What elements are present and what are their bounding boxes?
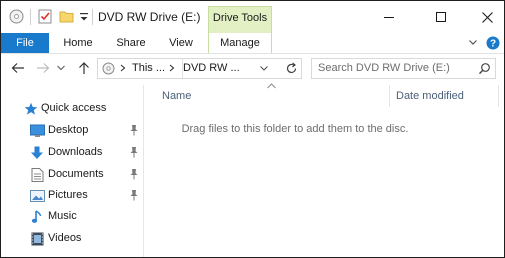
column-divider[interactable] [389,85,390,107]
sidebar-item-label: Videos [48,232,82,244]
star-icon [24,102,38,116]
sidebar-item-pictures[interactable]: Pictures [1,186,143,206]
minimize-icon[interactable] [366,1,412,33]
drive-icon[interactable] [9,9,24,27]
sidebar-item-documents[interactable]: Documents [1,165,143,185]
maximize-icon[interactable] [418,1,464,33]
navigation-pane: Quick access Desktop Downloads Documents… [1,85,144,257]
recent-locations-icon[interactable] [56,60,66,76]
help-icon[interactable]: ? [486,36,500,53]
sidebar-item-music[interactable]: Music [1,207,143,227]
column-divider[interactable] [498,85,499,107]
toolbar-divider [30,9,31,25]
desktop-folder-icon [30,124,45,138]
breadcrumb-chevron-icon[interactable] [120,62,126,77]
sidebar-item-label: Music [48,210,77,222]
pin-icon[interactable] [129,189,139,201]
sidebar-item-label: Downloads [48,146,103,158]
svg-text:?: ? [490,39,496,50]
tab-file[interactable]: File [1,33,49,53]
navigation-bar: This ... DVD RW ... Search DVD RW Drive … [1,54,504,84]
new-folder-icon[interactable] [59,9,74,27]
breadcrumb-dvd-drive[interactable]: DVD RW ... [183,62,240,74]
back-arrow-icon[interactable] [10,60,26,76]
column-header-name[interactable]: Name [162,90,191,102]
file-list: Name Date modified Drag files to this fo… [144,83,504,257]
up-arrow-icon[interactable] [76,60,92,76]
sidebar-item-label: Documents [48,168,104,180]
address-dropdown-icon[interactable] [259,62,269,77]
ribbon-tabs: File Home Share View Manage ? [1,33,504,54]
expand-ribbon-icon[interactable] [468,37,478,50]
sidebar-item-label: Desktop [48,124,89,136]
sidebar-item-quick-access[interactable]: Quick access [1,99,143,119]
customize-dropdown-icon[interactable] [79,9,89,27]
music-note-icon [31,210,45,224]
refresh-icon[interactable] [285,62,298,78]
empty-folder-message: Drag files to this folder to add them to… [181,123,409,135]
pin-icon[interactable] [129,168,139,180]
tab-view[interactable]: View [161,33,201,53]
title-divider [92,9,93,25]
address-divider [182,59,183,78]
tab-share[interactable]: Share [110,33,152,53]
sort-indicator-icon [267,81,276,92]
search-icon[interactable] [478,62,491,78]
drive-tools-context-label: Drive Tools [208,6,272,33]
search-placeholder: Search DVD RW Drive (E:) [318,62,450,74]
window-title: DVD RW Drive (E:) [98,10,201,24]
close-icon[interactable] [464,1,504,33]
title-bar: DVD RW Drive (E:) Drive Tools [1,1,504,33]
pin-icon[interactable] [129,124,139,136]
address-drive-icon [102,62,115,78]
pictures-icon [30,189,45,203]
search-input[interactable]: Search DVD RW Drive (E:) [311,58,496,79]
documents-icon [31,168,45,182]
breadcrumb-this-pc[interactable]: This ... [132,62,165,74]
sidebar-item-desktop[interactable]: Desktop [1,121,143,141]
sidebar-item-videos[interactable]: Videos [1,229,143,249]
sidebar-item-label: Quick access [41,102,107,114]
breadcrumb-chevron-icon[interactable] [169,62,175,77]
tab-manage[interactable]: Manage [208,33,272,53]
forward-arrow-icon[interactable] [35,60,51,76]
column-header-date-modified[interactable]: Date modified [396,90,464,102]
properties-checkbox-icon[interactable] [38,9,52,27]
address-bar[interactable]: This ... DVD RW ... [97,58,302,79]
tab-home[interactable]: Home [57,33,99,53]
sidebar-item-downloads[interactable]: Downloads [1,143,143,163]
pin-icon[interactable] [129,146,139,158]
sidebar-item-label: Pictures [48,189,88,201]
videos-icon [31,232,45,246]
explorer-window: DVD RW Drive (E:) Drive Tools File Home … [1,1,504,257]
downloads-arrow-icon [30,146,44,160]
